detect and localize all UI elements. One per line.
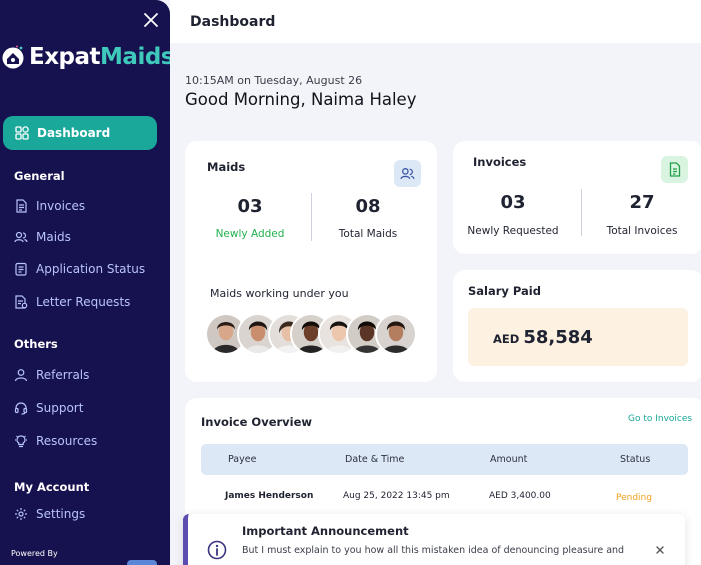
sidebar-item-label: Resources xyxy=(36,434,98,448)
document-icon xyxy=(16,199,27,213)
invoice-icon xyxy=(669,162,680,177)
stats-divider xyxy=(311,193,312,241)
sidebar-item-application-status[interactable]: Application Status xyxy=(14,259,145,279)
salary-amount-box: AED 58,584 xyxy=(468,308,688,366)
invoice-table-header: Payee Date & Time Amount Status xyxy=(201,444,688,475)
page-title: Dashboard xyxy=(190,13,276,30)
sidebar-item-dashboard[interactable]: Dashboard xyxy=(3,116,157,150)
powered-by-logo xyxy=(127,560,157,565)
clipboard-icon xyxy=(15,262,27,276)
greeting-text: Good Morning, Naima Haley xyxy=(185,90,417,109)
stats-divider xyxy=(581,189,582,236)
status-badge: Pending xyxy=(616,493,652,503)
sidebar: ExpatMaids Dashboard General Invoices Ma… xyxy=(0,0,170,565)
gear-icon xyxy=(15,508,27,520)
invoices-card: Invoices 03 Newly Requested 27 Total Inv… xyxy=(453,141,701,254)
sidebar-item-label: Letter Requests xyxy=(36,295,131,309)
sidebar-item-label: Settings xyxy=(36,507,86,521)
column-header-amount[interactable]: Amount xyxy=(490,454,527,465)
logo-word-expat: Expat xyxy=(29,44,101,70)
lightbulb-icon xyxy=(15,435,27,448)
section-others: Others xyxy=(14,337,58,351)
greeting-timestamp: 10:15AM on Tuesday, August 26 xyxy=(185,74,363,87)
invoices-card-title: Invoices xyxy=(473,155,527,169)
newly-added-count: 03 xyxy=(237,196,263,217)
sidebar-item-label: Referrals xyxy=(36,368,90,382)
sidebar-item-label: Maids xyxy=(36,230,71,244)
section-my-account: My Account xyxy=(14,480,90,494)
sidebar-item-maids[interactable]: Maids xyxy=(14,227,71,247)
sidebar-item-label: Application Status xyxy=(36,262,146,276)
announcement-body: But I must explain to you how all this m… xyxy=(242,545,625,556)
headset-icon xyxy=(14,402,28,415)
grid-icon xyxy=(15,126,29,140)
invoice-overview-title: Invoice Overview xyxy=(201,415,313,429)
users-icon xyxy=(400,168,415,180)
info-icon xyxy=(207,540,227,560)
total-maids-count: 08 xyxy=(355,196,381,217)
sidebar-item-label: Dashboard xyxy=(37,126,111,140)
maids-working-label: Maids working under you xyxy=(210,287,349,300)
sidebar-item-support[interactable]: Support xyxy=(14,398,83,418)
column-header-payee[interactable]: Payee xyxy=(228,454,256,465)
section-general: General xyxy=(14,169,65,183)
salary-amount: 58,584 xyxy=(523,326,593,348)
close-icon[interactable] xyxy=(142,11,160,29)
logo[interactable]: ExpatMaids xyxy=(0,40,170,74)
sidebar-item-letter-requests[interactable]: Letter Requests xyxy=(14,292,130,312)
user-icon xyxy=(14,369,28,382)
salary-card-title: Salary Paid xyxy=(468,284,541,298)
logo-word-maids: Maids xyxy=(100,44,170,70)
sidebar-item-resources[interactable]: Resources xyxy=(14,431,97,451)
salary-currency: AED xyxy=(493,331,520,346)
close-icon[interactable] xyxy=(655,545,665,555)
maids-card-icon-box xyxy=(394,160,421,187)
avatar[interactable] xyxy=(375,313,417,355)
row-datetime: Aug 25, 2022 13:45 pm xyxy=(343,491,450,501)
go-to-invoices-link[interactable]: Go to Invoices xyxy=(628,414,692,424)
house-logo-icon xyxy=(2,45,24,69)
announcement-banner: Important Announcement But I must explai… xyxy=(183,514,685,565)
users-icon xyxy=(14,231,28,243)
total-invoices-label: Total Invoices xyxy=(606,225,678,237)
sidebar-item-settings[interactable]: Settings xyxy=(14,504,85,524)
newly-added-label: Newly Added xyxy=(215,228,285,240)
sidebar-item-label: Invoices xyxy=(36,199,86,213)
row-payee: James Henderson xyxy=(225,491,314,501)
sidebar-item-label: Support xyxy=(36,401,84,415)
maids-card-title: Maids xyxy=(207,160,246,174)
column-header-date-time[interactable]: Date & Time xyxy=(345,454,404,465)
sidebar-item-referrals[interactable]: Referrals xyxy=(14,365,89,385)
powered-by-label: Powered By xyxy=(11,549,58,558)
sidebar-item-invoices[interactable]: Invoices xyxy=(14,196,85,216)
column-header-status[interactable]: Status xyxy=(620,454,650,465)
newly-requested-count: 03 xyxy=(500,192,526,213)
total-invoices-count: 27 xyxy=(629,192,655,213)
invoices-card-icon-box xyxy=(661,156,688,183)
total-maids-label: Total Maids xyxy=(338,228,398,240)
newly-requested-label: Newly Requested xyxy=(467,225,559,237)
top-bar: Dashboard xyxy=(170,0,701,43)
announcement-title: Important Announcement xyxy=(242,524,409,538)
row-amount: AED 3,400.00 xyxy=(489,491,551,501)
letter-icon xyxy=(15,295,28,309)
